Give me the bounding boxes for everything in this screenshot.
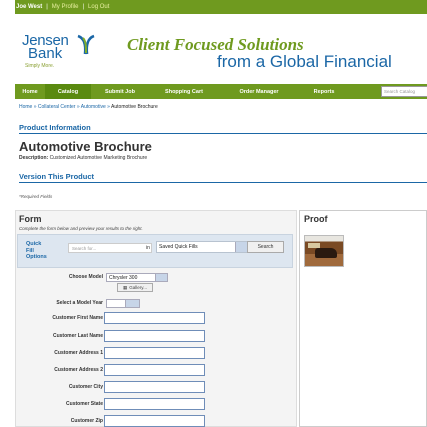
customer-zip-field[interactable] xyxy=(104,415,205,427)
form-hint: Complete the form below and preview your… xyxy=(19,226,143,231)
field-label: Customer Last Name xyxy=(52,333,103,339)
version-product-link[interactable]: Version This Product xyxy=(19,172,427,183)
choose-model-label: Choose Model xyxy=(68,274,103,280)
quick-fill-select[interactable]: Saved Quick Fills xyxy=(156,241,250,253)
quick-fill-label: Quick Fill Options xyxy=(26,241,47,260)
field-label: Customer Address 2 xyxy=(54,367,103,373)
nav-shopping-cart[interactable]: Shopping Cart xyxy=(149,84,219,99)
nav-order-manager[interactable]: Order Manager xyxy=(219,84,299,99)
quick-fill-search-button[interactable]: Search xyxy=(247,241,284,253)
top-user-bar: Joe West | My Profile | Log Out xyxy=(15,0,427,14)
subheadline: from a Global Financial xyxy=(217,52,392,71)
jensen-bank-logo[interactable]: Jensen Bank Simply More. xyxy=(22,32,95,76)
field-label: Customer City xyxy=(68,384,103,390)
model-year-select[interactable] xyxy=(106,299,140,308)
product-description: Description: Customized Automotive Marke… xyxy=(19,155,148,161)
customer-address-2-field[interactable] xyxy=(104,364,205,376)
nav-submit-job[interactable]: Submit Job xyxy=(91,84,149,99)
logout-link[interactable]: Log Out xyxy=(88,4,109,10)
breadcrumb-current: Automotive Brochure xyxy=(111,104,158,110)
site-header: Jensen Bank Simply More. Client Focused … xyxy=(15,14,427,78)
chevron-down-icon xyxy=(125,300,139,307)
car-image xyxy=(315,248,337,258)
main-nav: Home Catalog Submit Job Shopping Cart Or… xyxy=(15,84,427,99)
nav-home[interactable]: Home xyxy=(15,84,45,99)
user-name: Joe West xyxy=(16,4,43,10)
proof-title: Proof xyxy=(304,214,328,224)
my-profile-link[interactable]: My Profile xyxy=(52,4,79,10)
breadcrumb-home[interactable]: Home xyxy=(19,104,32,110)
model-year-label: Select a Model Year xyxy=(56,300,103,306)
field-label: Customer Zip xyxy=(70,418,103,424)
customer-first-name-field[interactable] xyxy=(104,312,205,324)
breadcrumb-collateral-center[interactable]: Collateral Center xyxy=(38,104,76,110)
gallery-button[interactable]: ▦ Gallery... xyxy=(117,283,153,292)
nav-catalog[interactable]: Catalog xyxy=(45,84,91,99)
proof-panel: Proof xyxy=(299,210,427,427)
catalog-search-input[interactable]: Search Catalog xyxy=(381,86,427,97)
model-select[interactable]: Chrysler 300 xyxy=(106,273,168,282)
customer-state-field[interactable] xyxy=(104,398,205,410)
form-title: Form xyxy=(19,214,42,224)
breadcrumb-automotive[interactable]: Automotive xyxy=(81,104,106,110)
nav-reports[interactable]: Reports xyxy=(299,84,349,99)
quick-fill-bar: Quick Fill Options Search for... in Save… xyxy=(17,234,293,268)
bank-logo-icon xyxy=(77,34,95,55)
gallery-icon: ▦ xyxy=(123,284,128,290)
page-title: Automotive Brochure xyxy=(19,139,152,154)
customer-address-1-field[interactable] xyxy=(104,347,205,359)
customer-city-field[interactable] xyxy=(104,381,205,393)
field-label: Customer State xyxy=(66,401,103,407)
proof-thumbnail[interactable] xyxy=(304,235,344,267)
required-note: *Required Fields xyxy=(19,194,53,199)
breadcrumb: Home » Collateral Center » Automotive » … xyxy=(19,104,158,110)
quick-fill-search-input[interactable]: Search for... xyxy=(68,243,152,253)
field-label: Customer Address 1 xyxy=(54,350,103,356)
field-label: Customer First Name xyxy=(52,315,103,321)
app-frame: Joe West | My Profile | Log Out Jensen B… xyxy=(15,0,427,427)
product-info-heading: Product Information xyxy=(19,123,427,134)
chevron-down-icon xyxy=(155,274,167,281)
customer-last-name-field[interactable] xyxy=(104,330,205,342)
